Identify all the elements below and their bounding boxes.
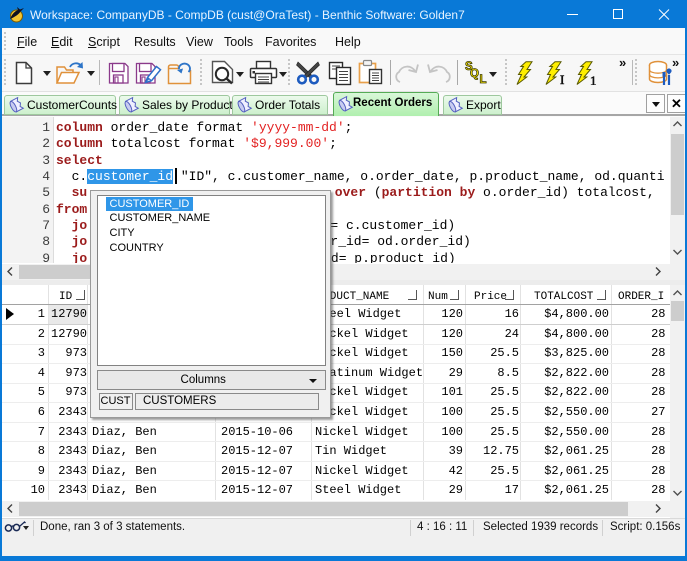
svg-text:Q: Q (470, 68, 479, 80)
svg-text:I: I (560, 72, 564, 85)
svg-text:L: L (480, 74, 487, 86)
svg-text:1: 1 (590, 73, 597, 85)
